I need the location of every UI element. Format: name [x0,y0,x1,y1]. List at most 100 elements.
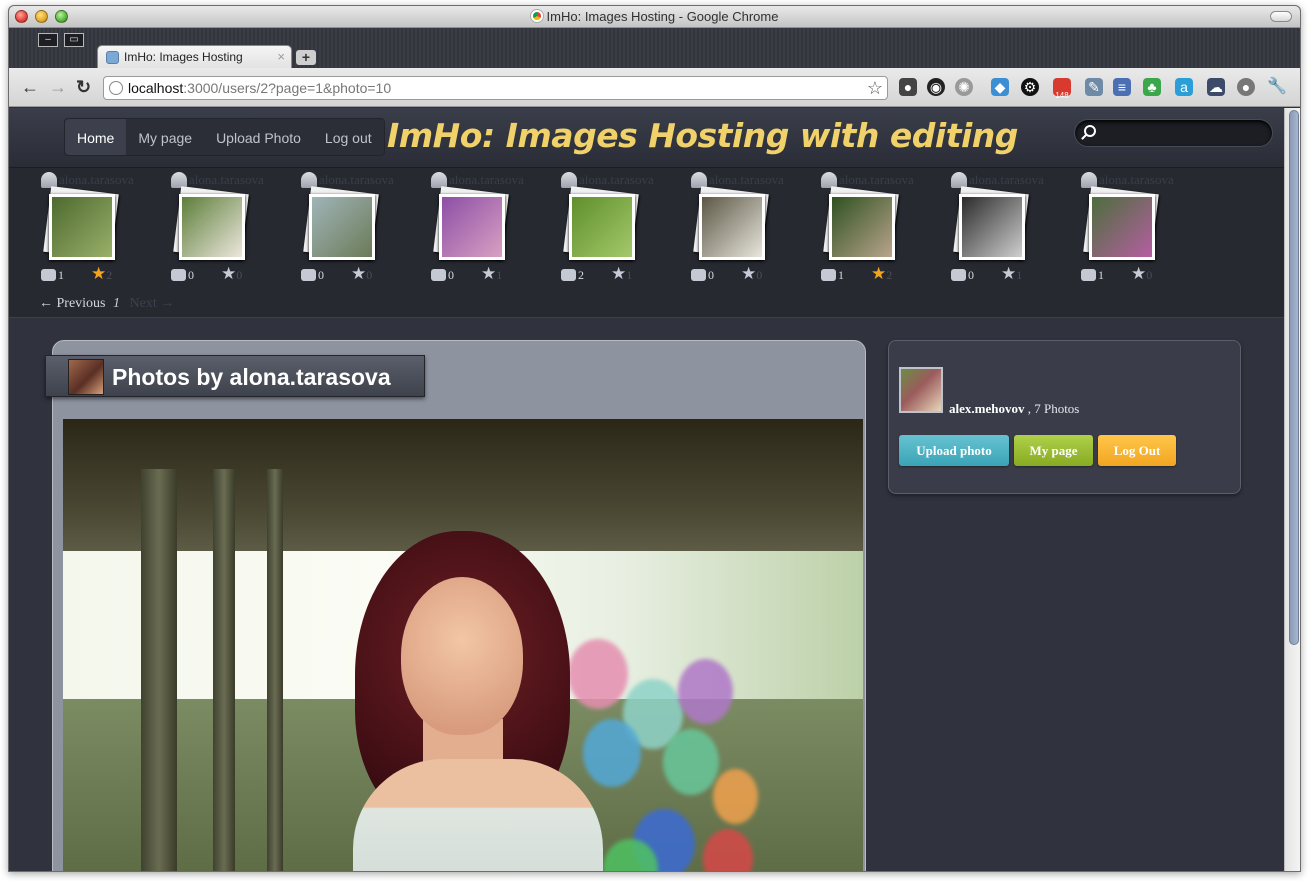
rating[interactable]: ★2 [871,264,892,284]
star-icon[interactable]: ★ [1001,264,1016,284]
reload-icon[interactable]: ↻ [76,78,91,96]
menu-my-page[interactable]: My page [126,119,204,155]
thumbnail-username[interactable]: alona.tarasova [449,172,524,188]
thumbnail-photo[interactable] [959,194,1025,260]
thumbnail-card: alona.tarasova 0 ★1 [951,168,1085,288]
gallery-header: Photos by alona.tarasova [45,355,425,397]
apple-icon[interactable] [11,30,31,50]
star-icon[interactable]: ★ [481,264,496,284]
thumbnail-photo[interactable] [439,194,505,260]
bookmark-star-icon[interactable]: ☆ [867,77,883,99]
tab-label: ImHo: Images Hosting [124,50,243,64]
main-photo[interactable] [63,419,863,871]
photo-balloon [678,659,733,724]
rating-value: 2 [106,268,113,282]
new-tab-button[interactable]: + [296,50,316,65]
comment-count-value: 0 [968,268,974,282]
rating-value: 1 [1016,268,1023,282]
address-bar[interactable]: localhost:3000/users/2?page=1&photo=10 ☆ [103,76,888,100]
thumbnail-photo[interactable] [699,194,765,260]
eyedropper-icon[interactable]: ✎ [1085,78,1103,96]
github-icon[interactable]: ● [899,78,917,96]
rating[interactable]: ★0 [1131,264,1152,284]
star-icon[interactable]: ★ [741,264,756,284]
thumbnail-photo[interactable] [1089,194,1155,260]
gmail-icon[interactable]: 148 [1053,78,1071,100]
minimize-icon[interactable]: – [38,33,58,47]
main-menu: Home My page Upload Photo Log out [64,118,385,156]
color-picker-icon[interactable]: ◉ [927,78,945,96]
rating[interactable]: ★1 [1001,264,1022,284]
star-icon[interactable]: ★ [221,264,236,284]
thumbnail-photo[interactable] [179,194,245,260]
rating-value: 0 [1146,268,1153,282]
comment-icon [951,269,966,281]
thumbnail-username[interactable]: alona.tarasova [969,172,1044,188]
star-icon[interactable]: ★ [351,264,366,284]
photo-pillar [267,469,283,871]
rating[interactable]: ★0 [741,264,762,284]
rating-value: 1 [496,268,503,282]
upload-photo-button[interactable]: Upload photo [899,435,1009,466]
author-avatar[interactable] [68,359,104,395]
profile-avatar[interactable] [899,367,943,413]
notes-icon[interactable]: ≡ [1113,78,1131,96]
search-input[interactable] [1074,119,1273,147]
thumbnail-username[interactable]: alona.tarasova [709,172,784,188]
rating[interactable]: ★0 [351,264,372,284]
thumbnail-photo[interactable] [829,194,895,260]
rating[interactable]: ★1 [481,264,502,284]
thumbnail-username[interactable]: alona.tarasova [579,172,654,188]
thumbnail-username[interactable]: alona.tarasova [839,172,914,188]
thumbnail-username[interactable]: alona.tarasova [319,172,394,188]
settings-icon[interactable]: ⚙ [1021,78,1039,96]
sprout-icon[interactable]: ♣ [1143,78,1161,96]
tab-imho[interactable]: ImHo: Images Hosting × [97,45,292,69]
rating[interactable]: ★2 [91,264,112,284]
tab-close-icon[interactable]: × [277,46,285,68]
thumbnail-photo[interactable] [49,194,115,260]
thumbnail-card: alona.tarasova 1 ★0 [1081,168,1215,288]
drop-icon[interactable]: ● [1237,78,1255,96]
cloud-icon[interactable]: ☁ [1207,78,1225,96]
thumbnail-username[interactable]: alona.tarasova [1099,172,1174,188]
forward-icon[interactable]: → [49,78,67,96]
pager-previous[interactable]: ← Previous [39,296,106,311]
thumbnail-username[interactable]: alona.tarasova [59,172,134,188]
toolbar-toggle-button[interactable] [1270,11,1292,22]
profile-username[interactable]: alex.mehovov [949,401,1024,416]
thumbnail-card: alona.tarasova 1 ★2 [41,168,175,288]
menu-upload-photo[interactable]: Upload Photo [204,119,313,155]
star-icon[interactable]: ★ [871,264,886,284]
menu-home[interactable]: Home [65,119,127,155]
comment-icon [821,269,836,281]
pager-next[interactable]: Next → [130,296,175,311]
scrollbar-thumb[interactable] [1289,110,1299,645]
thumbnail-username[interactable]: alona.tarasova [189,172,264,188]
back-icon[interactable]: ← [21,78,39,96]
a-extension-icon[interactable]: a [1175,78,1193,96]
star-icon[interactable]: ★ [611,264,626,284]
star-icon[interactable]: ★ [1131,264,1146,284]
globe-icon [109,81,123,95]
my-page-button[interactable]: My page [1014,435,1093,466]
thumbnail-card: alona.tarasova 1 ★2 [821,168,955,288]
log-out-button[interactable]: Log Out [1098,435,1176,466]
menu-log-out[interactable]: Log out [313,119,384,155]
pager-current: 1 [113,296,120,311]
thumbnail-photo[interactable] [569,194,635,260]
dropbox-icon[interactable]: ◆ [991,78,1009,96]
star-icon[interactable]: ★ [91,264,106,284]
gear-extension-icon[interactable]: ✺ [955,78,973,96]
rating[interactable]: ★0 [221,264,242,284]
rating[interactable]: ★1 [611,264,632,284]
rating-value: 1 [626,268,633,282]
thumbnail-card: alona.tarasova 0 ★0 [691,168,825,288]
site-logo[interactable]: ImHo: Images Hosting with editing [387,116,1018,155]
page-scrollbar[interactable] [1284,108,1300,871]
thumbnail-photo[interactable] [309,194,375,260]
maximize-icon[interactable]: ▭ [64,33,84,47]
comment-count: 0 [951,268,974,283]
comment-count: 0 [431,268,454,283]
wrench-icon[interactable]: 🔧 [1267,78,1287,96]
